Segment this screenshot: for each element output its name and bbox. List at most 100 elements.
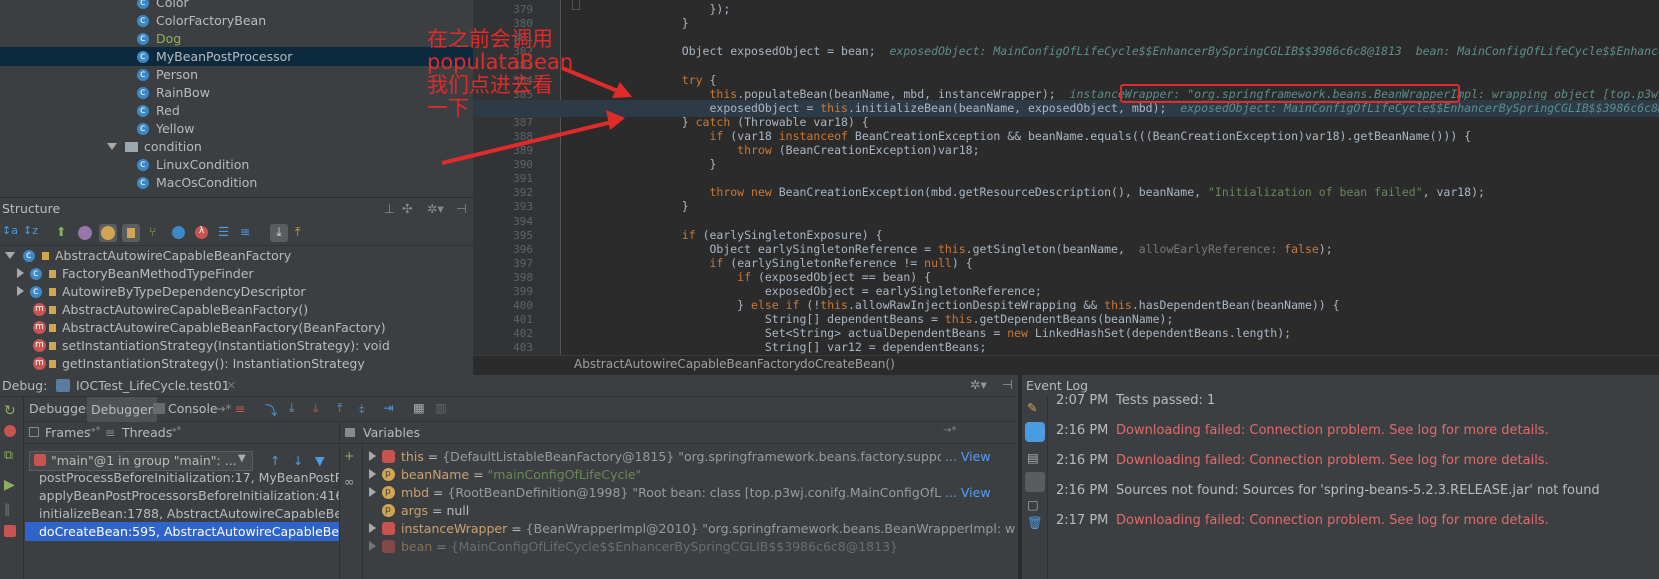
event-message[interactable]: Downloading failed: Connection problem. … <box>1116 421 1549 441</box>
autoscroll-from-source-icon[interactable]: ⤒ <box>295 224 313 242</box>
expand-icon[interactable]: ☰ <box>218 224 236 242</box>
project-tree-item[interactable]: condition <box>0 137 473 156</box>
variable-row[interactable]: instanceWrapper = {BeanWrapperImpl@2010}… <box>363 519 1018 538</box>
step-into-icon[interactable]: ⤓ <box>289 400 295 416</box>
show-inherited-icon[interactable]: ⬆ <box>56 224 74 242</box>
variable-row[interactable]: beanName = "mainConfigOfLifeCycle" <box>363 465 1018 484</box>
breadcrumb-class[interactable]: AbstractAutowireCapableBeanFactory <box>574 356 801 372</box>
resume-icon[interactable]: ▶ <box>4 477 20 493</box>
rerun-icon[interactable]: ↻ <box>4 403 20 419</box>
chevron-right-icon[interactable] <box>17 268 24 278</box>
variable-row[interactable]: mbd = {RootBeanDefinition@1998} "Root be… <box>363 483 1018 502</box>
view-link[interactable]: ... View <box>941 447 991 466</box>
structure-item[interactable]: getInstantiationStrategy(): Instantiatio… <box>0 354 473 373</box>
breadcrumb-method[interactable]: doCreateBean() <box>800 356 895 372</box>
debug-hide-icon[interactable]: ⊣ <box>1002 377 1013 392</box>
run-to-cursor-icon[interactable]: ⇥ <box>383 400 393 415</box>
structure-item[interactable]: AutowireByTypeDependencyDescriptor <box>0 282 473 301</box>
step-over-icon[interactable]: ⤵ <box>265 400 278 419</box>
lambda-icon[interactable]: λ <box>195 226 208 239</box>
event-message[interactable]: Downloading failed: Connection problem. … <box>1116 451 1549 471</box>
collapse-all-icon[interactable]: ⊥ <box>384 198 395 220</box>
project-tree-item[interactable]: Yellow <box>0 119 473 138</box>
project-tree-item[interactable]: Red <box>0 101 473 120</box>
project-tree-item[interactable]: ColorFactoryBean <box>0 11 473 30</box>
code-text: String[] var12 = dependentBeans; <box>571 340 987 355</box>
show-anonymous-icon[interactable] <box>172 226 185 239</box>
step-out-icon[interactable]: ⤒ <box>337 400 343 416</box>
previous-frame-icon[interactable]: ↑ <box>270 453 280 468</box>
project-tree-item[interactable]: MyBeanPostProcessor <box>0 47 473 66</box>
restore-layout-icon[interactable]: ⧉ <box>4 447 20 463</box>
collapse-icon[interactable]: ≡ <box>240 224 258 242</box>
chevron-right-icon[interactable] <box>369 523 376 533</box>
frames-label[interactable]: Frames <box>45 425 90 440</box>
chevron-right-icon[interactable] <box>369 541 376 551</box>
show-execution-point-icon[interactable]: ≡ <box>235 401 245 416</box>
show-lambdas-icon[interactable]: ⑂ <box>149 224 167 242</box>
structure-tree: AbstractAutowireCapableBeanFactory Factor… <box>0 246 473 375</box>
code-line[interactable]: String[] var12 = dependentBeans; <box>473 339 1659 356</box>
project-tree-item-label: ColorFactoryBean <box>156 13 267 28</box>
sort-by-type-icon[interactable]: ↕a <box>2 224 20 242</box>
tab-debugger-active[interactable]: Debugger <box>87 397 157 422</box>
frame-item[interactable]: initializeBean:1788, AbstractAutowireCap… <box>25 504 339 523</box>
project-tree-item[interactable]: Person <box>0 65 473 84</box>
threads-icon: ≡ <box>105 425 116 440</box>
thread-select[interactable]: "main"@1 in group "main": ... ▼ <box>29 451 253 471</box>
show-properties-icon[interactable] <box>78 226 92 240</box>
frame-item[interactable]: applyBeanPostProcessorsBeforeInitializat… <box>25 486 339 505</box>
add-watch-icon[interactable]: + <box>344 448 354 463</box>
event-message[interactable]: Downloading failed: Connection problem. … <box>1116 511 1549 531</box>
tab-console[interactable]: Console <box>168 401 218 416</box>
class-icon <box>23 246 35 265</box>
view-link[interactable]: ... View <box>941 483 991 502</box>
watch-icon[interactable]: ∞ <box>344 474 354 489</box>
chevron-down-icon[interactable] <box>107 143 117 150</box>
lock-icon <box>42 252 49 260</box>
frame-item[interactable]: postProcessBeforeInitialization:17, MyBe… <box>25 472 339 487</box>
fold-marker-icon[interactable] <box>572 0 580 10</box>
structure-item[interactable]: setInstantiationStrategy(InstantiationSt… <box>0 336 473 355</box>
hide-panel-icon[interactable]: ⊣ <box>456 198 467 220</box>
drop-frame-icon[interactable]: ⤈ <box>359 400 365 416</box>
variable-row[interactable]: args = null <box>363 501 1018 520</box>
close-tab-icon[interactable]: × <box>226 377 236 392</box>
structure-item[interactable]: AbstractAutowireCapableBeanFactory(BeanF… <box>0 318 473 337</box>
show-fields-toggle[interactable] <box>99 224 117 242</box>
evaluate-expression-icon[interactable]: ▦ <box>413 400 425 415</box>
filter-icon[interactable]: ▼ <box>315 453 325 468</box>
chevron-right-icon[interactable] <box>17 286 24 296</box>
gear-icon[interactable]: ✲▾ <box>427 198 444 220</box>
variable-row[interactable]: bean = {MainConfigOfLifeCycle$$EnhancerB… <box>363 537 1018 556</box>
tab-debugger[interactable]: Debugger <box>29 401 91 416</box>
pause-icon[interactable]: ‖ <box>4 501 20 517</box>
variable-row[interactable]: this = {DefaultListableBeanFactory@1815}… <box>363 447 1018 466</box>
structure-item[interactable]: AbstractAutowireCapableBeanFactory <box>0 246 473 265</box>
show-non-public-toggle[interactable] <box>122 224 140 242</box>
project-tree-item-label: LinuxCondition <box>156 157 250 172</box>
next-frame-icon[interactable]: ↓ <box>293 453 303 468</box>
structure-item[interactable]: AbstractAutowireCapableBeanFactory() <box>0 300 473 319</box>
debug-gear-icon[interactable]: ✲▾ <box>970 377 987 392</box>
structure-item[interactable]: FactoryBeanMethodTypeFinder <box>0 264 473 283</box>
threads-label[interactable]: Threads <box>122 425 172 440</box>
view-breakpoints-icon[interactable] <box>4 425 16 437</box>
stop-icon[interactable] <box>4 525 16 537</box>
debug-run-tab[interactable]: IOCTest_LifeCycle.test01 <box>76 378 230 393</box>
chevron-right-icon[interactable] <box>369 487 376 497</box>
project-tree-item[interactable]: LinuxCondition <box>0 155 473 174</box>
force-step-into-icon[interactable]: ⤓ <box>313 400 319 416</box>
autoscroll-to-source-toggle[interactable]: ⤓ <box>270 224 288 242</box>
project-tree-item[interactable]: RainBow <box>0 83 473 102</box>
expand-all-icon[interactable]: ✣ <box>402 198 412 220</box>
trace-icon[interactable]: ▥ <box>435 400 447 415</box>
chevron-right-icon[interactable] <box>369 469 376 479</box>
sort-alpha-icon[interactable]: ↕z <box>23 224 41 242</box>
arrow-upper <box>561 66 626 96</box>
project-tree-item[interactable]: MacOsCondition <box>0 173 473 192</box>
project-tree-item[interactable]: Dog <box>0 29 473 48</box>
chevron-down-icon[interactable] <box>5 252 15 259</box>
frame-item[interactable]: doCreateBean:595, AbstractAutowireCapabl… <box>25 522 339 541</box>
chevron-right-icon[interactable] <box>369 451 376 461</box>
